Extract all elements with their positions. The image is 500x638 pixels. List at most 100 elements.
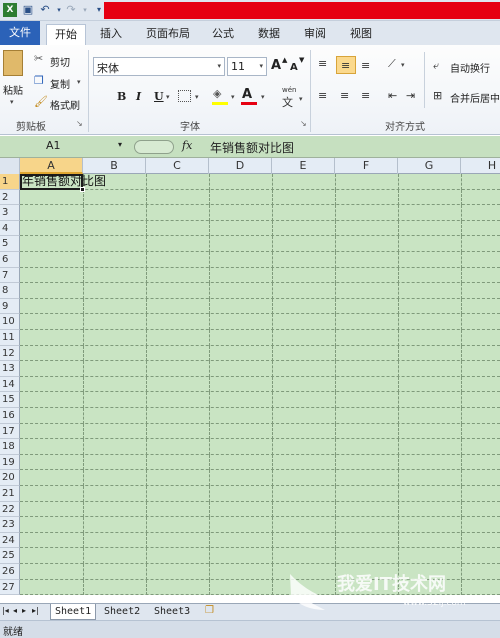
clipboard-launcher-icon[interactable]: ↘ bbox=[76, 118, 83, 130]
row-header[interactable]: 15 bbox=[0, 392, 20, 408]
row-header[interactable]: 14 bbox=[0, 376, 20, 393]
increase-indent-icon[interactable]: ⇥ bbox=[406, 90, 415, 102]
insert-function-icon[interactable]: fx bbox=[182, 139, 192, 152]
align-bottom-icon[interactable]: ≡ bbox=[361, 60, 370, 72]
prev-sheet-icon[interactable]: ◂ bbox=[13, 606, 17, 615]
row-cells[interactable] bbox=[20, 392, 500, 408]
tab-file[interactable]: 文件 bbox=[0, 21, 40, 45]
row-header[interactable]: 8 bbox=[0, 283, 20, 299]
row-cells[interactable] bbox=[20, 330, 500, 346]
redo-dropdown-icon[interactable]: ▾ bbox=[78, 3, 92, 17]
column-header[interactable]: A bbox=[20, 158, 83, 174]
sheet-tab-1[interactable]: Sheet1 bbox=[50, 604, 97, 620]
align-left-icon[interactable]: ≡ bbox=[318, 90, 327, 102]
row-cells[interactable] bbox=[20, 423, 500, 440]
first-sheet-icon[interactable]: |◂ bbox=[2, 606, 9, 615]
row-cells[interactable] bbox=[20, 439, 500, 455]
row-cells[interactable] bbox=[20, 189, 500, 206]
phonetic-dropdown-icon[interactable]: ▾ bbox=[299, 95, 303, 103]
row-header[interactable]: 6 bbox=[0, 252, 20, 268]
row-header[interactable]: 10 bbox=[0, 314, 20, 330]
paste-icon[interactable] bbox=[3, 50, 23, 76]
next-sheet-icon[interactable]: ▸ bbox=[22, 606, 26, 615]
row-header[interactable]: 11 bbox=[0, 330, 20, 346]
sheet-tab-2[interactable]: Sheet2 bbox=[100, 604, 144, 620]
tab-formulas[interactable]: 公式 bbox=[204, 24, 242, 45]
merge-center-button[interactable]: 合并后居中 bbox=[450, 90, 500, 105]
italic-button[interactable]: I bbox=[136, 89, 141, 105]
column-header[interactable]: D bbox=[209, 158, 272, 174]
column-header[interactable]: H bbox=[461, 158, 500, 174]
format-painter-button[interactable]: 格式刷 bbox=[50, 97, 80, 112]
column-header[interactable]: C bbox=[146, 158, 209, 174]
row-cells[interactable] bbox=[20, 532, 500, 549]
row-cells[interactable] bbox=[20, 267, 500, 284]
save-icon[interactable]: ▣ bbox=[21, 3, 35, 17]
row-header[interactable]: 20 bbox=[0, 470, 20, 486]
underline-button[interactable]: U bbox=[154, 89, 164, 105]
row-header[interactable]: 16 bbox=[0, 408, 20, 424]
name-box[interactable]: A1 ▾ bbox=[0, 138, 130, 155]
column-header[interactable]: E bbox=[272, 158, 335, 174]
sheet-tab-3[interactable]: Sheet3 bbox=[150, 604, 194, 620]
row-cells[interactable] bbox=[20, 345, 500, 362]
row-header[interactable]: 22 bbox=[0, 501, 20, 518]
formula-input[interactable]: 年销售额对比图 bbox=[210, 139, 294, 156]
paste-dropdown-icon[interactable]: ▾ bbox=[10, 98, 14, 106]
row-header[interactable]: 27 bbox=[0, 579, 20, 596]
row-header[interactable]: 13 bbox=[0, 361, 20, 377]
decrease-indent-icon[interactable]: ⇤ bbox=[388, 90, 397, 102]
align-center-icon[interactable]: ≡ bbox=[340, 90, 349, 102]
row-cells[interactable] bbox=[20, 486, 500, 502]
paste-button[interactable]: 粘贴 bbox=[3, 82, 23, 97]
row-header[interactable]: 1 bbox=[0, 174, 20, 190]
orientation-icon[interactable]: ⟋ bbox=[388, 58, 396, 70]
row-header[interactable]: 7 bbox=[0, 267, 20, 284]
row-cells[interactable] bbox=[20, 501, 500, 518]
row-cells[interactable] bbox=[20, 454, 500, 471]
phonetic-icon[interactable]: 文 bbox=[282, 94, 293, 110]
row-header[interactable]: 26 bbox=[0, 564, 20, 580]
row-header[interactable]: 4 bbox=[0, 220, 20, 237]
copy-dropdown-icon[interactable]: ▾ bbox=[77, 78, 81, 86]
row-cells[interactable] bbox=[20, 298, 500, 315]
row-cells[interactable] bbox=[20, 314, 500, 330]
font-name-select[interactable]: 宋体 ▾ bbox=[93, 57, 225, 76]
chevron-down-icon[interactable]: ▾ bbox=[118, 140, 122, 149]
cut-icon[interactable]: ✂ bbox=[34, 53, 43, 65]
copy-button[interactable]: 复制 bbox=[50, 76, 70, 91]
row-cells[interactable] bbox=[20, 236, 500, 252]
tab-home[interactable]: 开始 bbox=[46, 24, 86, 45]
row-cells[interactable] bbox=[20, 205, 500, 221]
font-color-dropdown-icon[interactable]: ▾ bbox=[261, 93, 265, 101]
row-header[interactable]: 18 bbox=[0, 439, 20, 455]
chevron-down-icon[interactable]: ▾ bbox=[217, 62, 221, 70]
underline-dropdown-icon[interactable]: ▾ bbox=[166, 93, 170, 101]
row-cells[interactable] bbox=[20, 548, 500, 564]
row-header[interactable]: 2 bbox=[0, 189, 20, 206]
merge-center-icon[interactable]: ⊞ bbox=[433, 90, 442, 102]
fill-color-icon[interactable]: ◈ bbox=[213, 88, 221, 100]
row-cells[interactable] bbox=[20, 408, 500, 424]
column-header[interactable]: F bbox=[335, 158, 398, 174]
row-cells[interactable] bbox=[20, 470, 500, 486]
row-cells[interactable] bbox=[20, 220, 500, 237]
column-header[interactable]: B bbox=[83, 158, 146, 174]
font-color-button[interactable]: A bbox=[242, 87, 252, 103]
wrap-text-icon[interactable]: ⤶ bbox=[433, 60, 439, 72]
row-header[interactable]: 24 bbox=[0, 532, 20, 549]
row-cells[interactable] bbox=[20, 517, 500, 533]
row-header[interactable]: 12 bbox=[0, 345, 20, 362]
row-header[interactable]: 9 bbox=[0, 298, 20, 315]
format-painter-icon[interactable]: 🖌 bbox=[34, 96, 48, 108]
orientation-dropdown-icon[interactable]: ▾ bbox=[401, 61, 405, 69]
row-cells[interactable] bbox=[20, 252, 500, 268]
font-launcher-icon[interactable]: ↘ bbox=[300, 118, 307, 130]
select-all-corner[interactable] bbox=[0, 158, 20, 174]
tab-review[interactable]: 审阅 bbox=[296, 24, 334, 45]
tab-view[interactable]: 视图 bbox=[342, 24, 380, 45]
row-cells[interactable] bbox=[20, 361, 500, 377]
row-cells[interactable] bbox=[20, 283, 500, 299]
last-sheet-icon[interactable]: ▸| bbox=[32, 606, 39, 615]
row-header[interactable]: 25 bbox=[0, 548, 20, 564]
